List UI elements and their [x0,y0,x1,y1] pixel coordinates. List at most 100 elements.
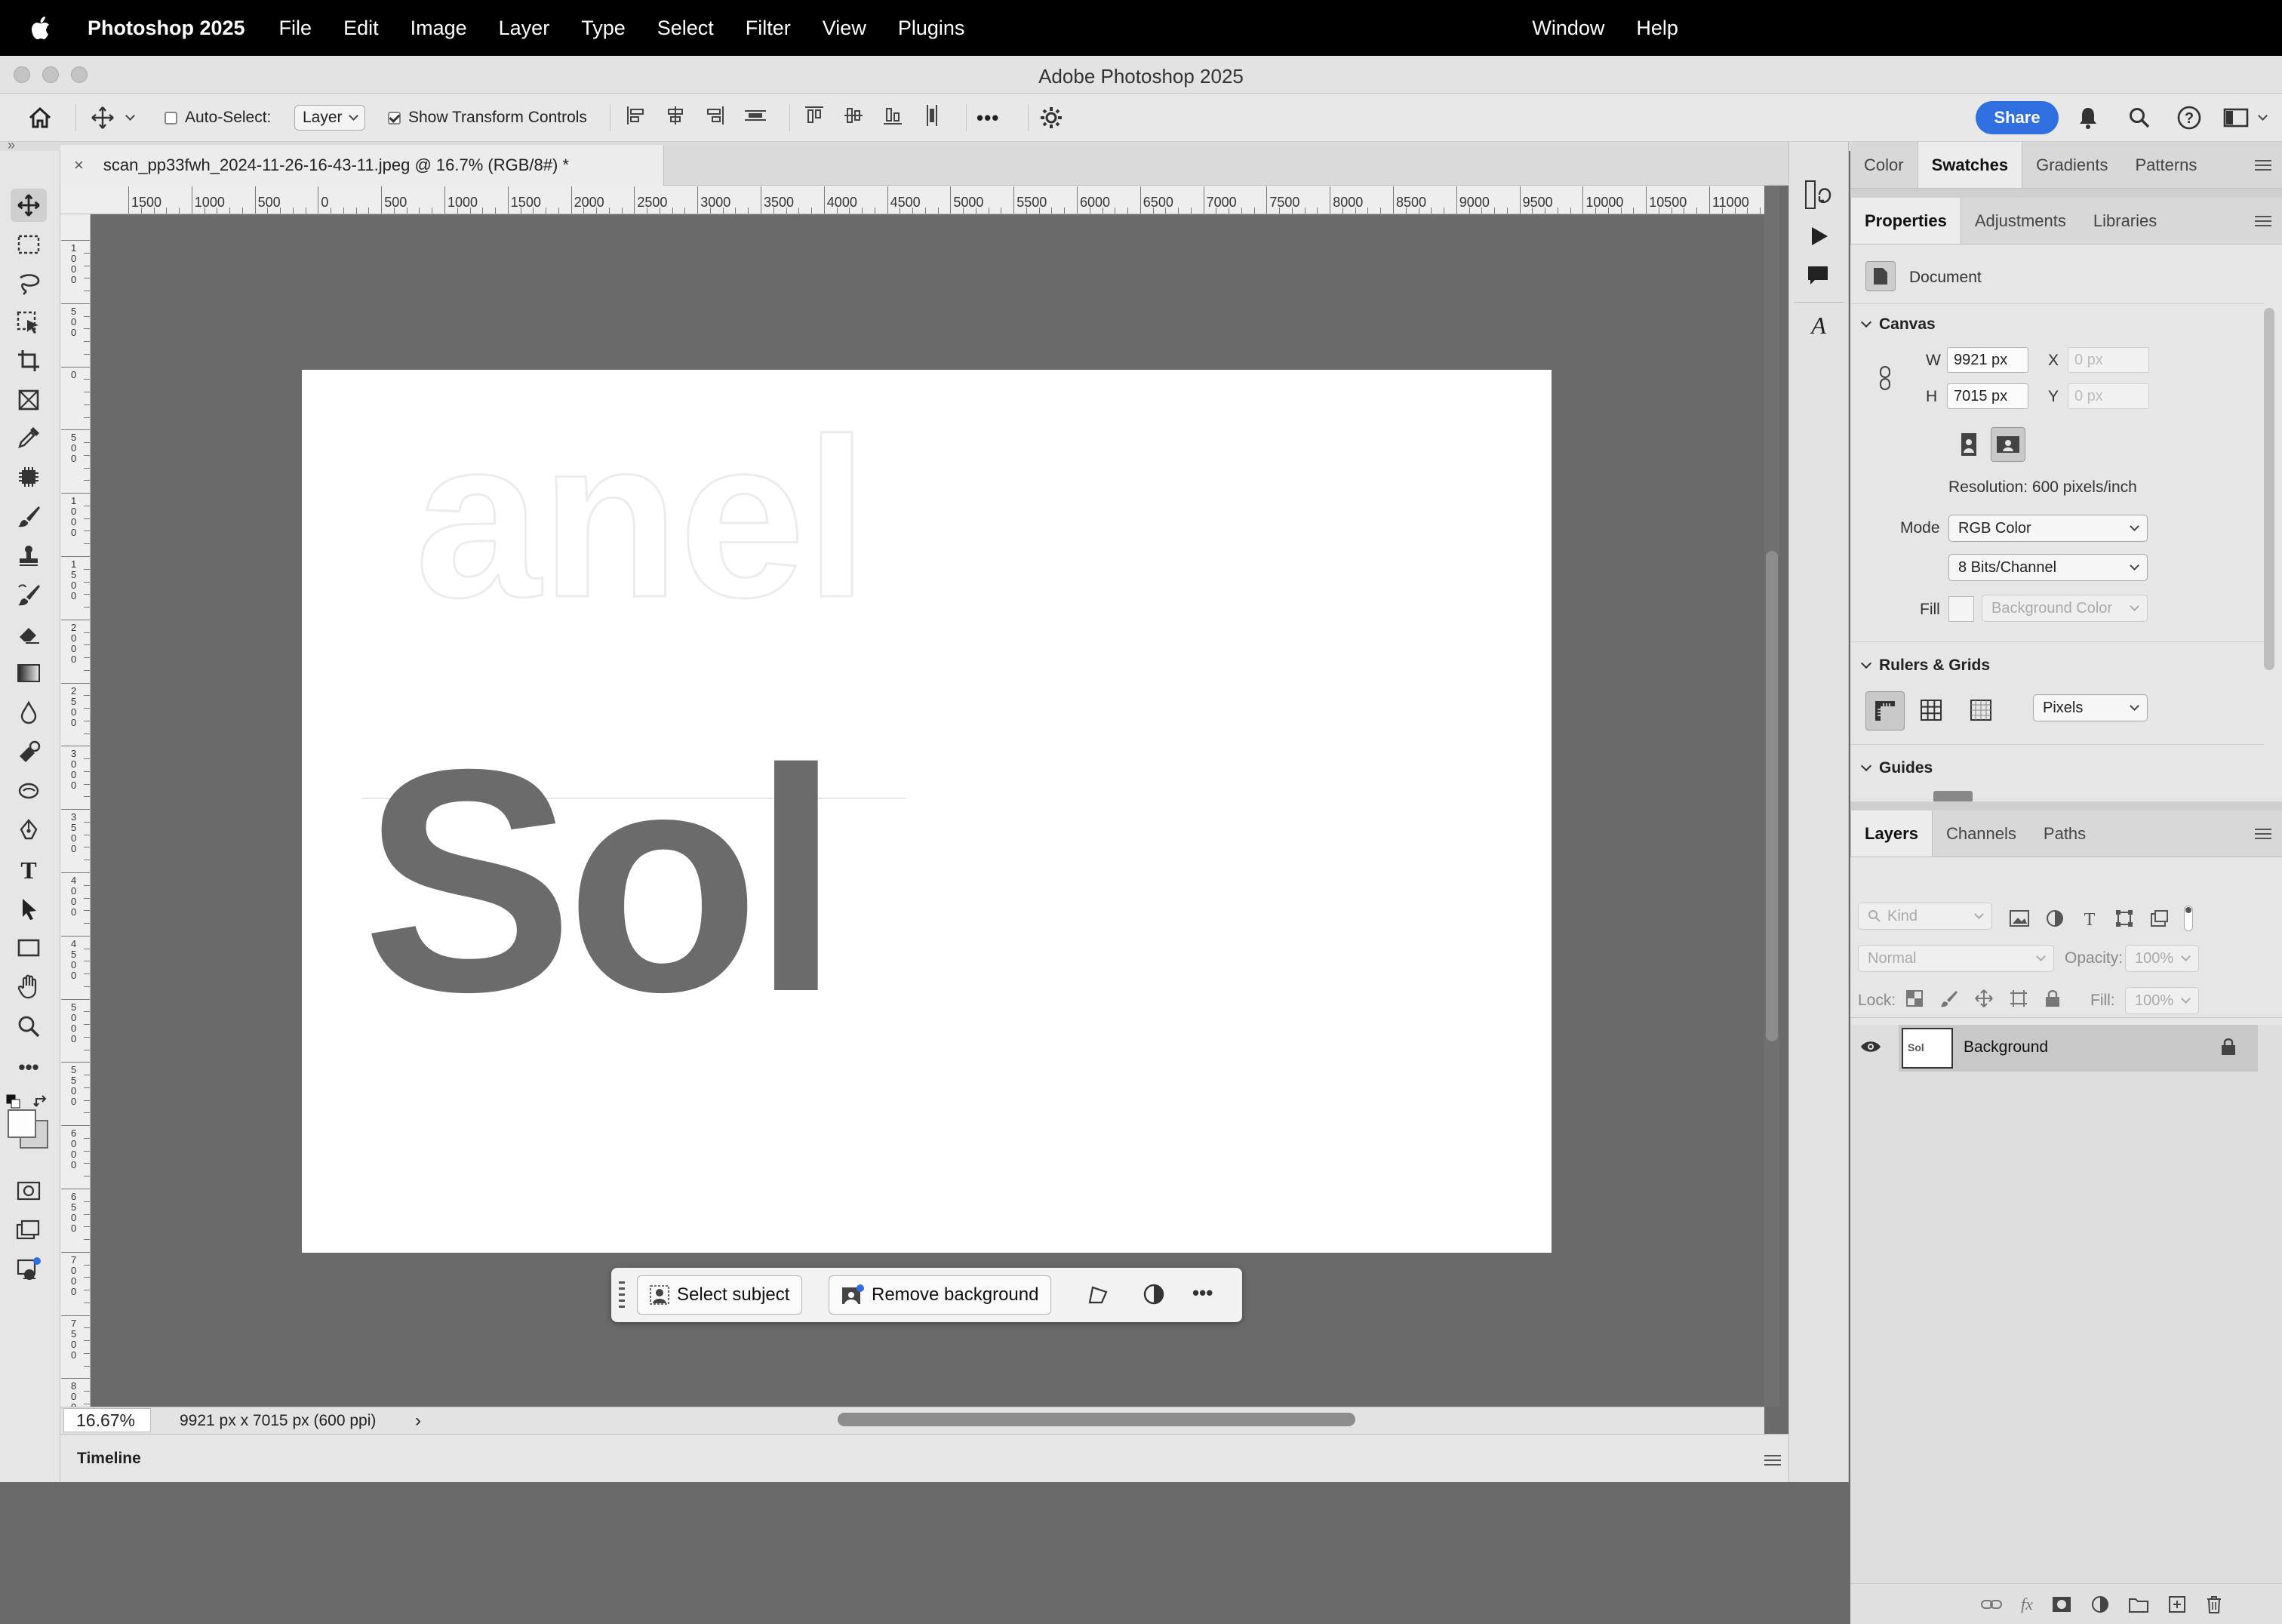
color-mode-dropdown[interactable]: RGB Color [1948,515,2148,542]
tab-swatches[interactable]: Swatches [1917,142,2023,188]
rectangle-tool-icon[interactable] [11,931,47,964]
blur-tool-icon[interactable] [11,696,47,729]
layer-effects-icon[interactable]: fx [2021,1595,2033,1614]
add-mask-icon[interactable] [2051,1595,2072,1613]
zoom-tool-icon[interactable] [11,1010,47,1043]
more-options-button[interactable]: ••• [976,94,999,142]
align-right-icon[interactable] [703,104,726,131]
notifications-bell-icon[interactable] [2077,94,2099,142]
tab-paths[interactable]: Paths [2030,810,2099,857]
tab-color[interactable]: Color [1850,142,1918,188]
align-bottom-icon[interactable] [881,104,904,131]
tab-patterns[interactable]: Patterns [2121,142,2210,188]
lock-all-icon[interactable] [2044,989,2062,1008]
bit-depth-dropdown[interactable]: 8 Bits/Channel [1948,554,2148,581]
select-subject-button[interactable]: Select subject [637,1275,803,1315]
tab-gradients[interactable]: Gradients [2022,142,2121,188]
properties-panel-menu-icon[interactable] [2255,216,2271,229]
auto-select-check[interactable] [165,111,177,125]
edit-toolbar-icon[interactable]: ••• [11,1050,47,1084]
lock-position-icon[interactable] [1974,989,1994,1008]
ruler-toggle-icon[interactable] [1865,691,1905,730]
move-tool-icon[interactable] [11,189,47,222]
grid-toggle-icon[interactable] [1914,693,1948,727]
opacity-input[interactable]: 100% [2125,945,2199,972]
show-transform-check[interactable] [388,111,401,125]
marquee-tool-icon[interactable] [11,228,47,261]
smudge-tool-icon[interactable] [11,774,47,807]
foreground-color-swatch[interactable] [8,1109,36,1138]
menu-type[interactable]: Type [565,17,641,40]
hand-tool-icon[interactable] [11,970,47,1004]
canvas-height-input[interactable]: 7015 px [1947,383,2028,409]
timeline-title[interactable]: Timeline [77,1450,141,1468]
gradient-tool-icon[interactable] [11,657,47,690]
document-canvas[interactable]: anel Sol [302,370,1552,1253]
status-menu-arrow[interactable]: › [415,1410,421,1432]
delete-layer-icon[interactable] [2205,1595,2223,1614]
distribute-horizontal-icon[interactable] [743,104,768,131]
canvas-x-input[interactable]: 0 px [2068,347,2149,373]
close-document-icon[interactable]: × [74,155,84,175]
crop-tool-icon[interactable] [11,344,47,377]
canvas-width-input[interactable]: 9921 px [1947,347,2028,373]
glyphs-icon[interactable]: A [1806,312,1831,342]
spot-healing-brush-tool-icon[interactable] [11,460,47,494]
history-brush-tool-icon[interactable] [11,578,47,611]
menu-edit[interactable]: Edit [328,17,395,40]
auto-select-target-dropdown[interactable]: Layer [294,105,365,131]
timeline-menu-icon[interactable] [1764,1453,1781,1471]
horizontal-scrollbar[interactable] [838,1413,1355,1426]
filter-type-layers-icon[interactable]: T [2080,909,2099,928]
frame-tool-icon[interactable] [11,383,47,417]
comments-icon[interactable] [1806,264,1830,291]
new-adjustment-layer-icon[interactable] [2090,1595,2110,1614]
vertical-scrollbar[interactable] [1766,551,1778,1041]
rulers-grids-section-toggle[interactable]: Rulers & Grids [1860,657,1990,675]
menu-filter[interactable]: Filter [730,17,807,40]
horizontal-ruler[interactable]: 1500 1000 500 0 500 1000 1500 2000 2500 3000 3500 4… [60,186,1764,214]
new-layer-icon[interactable] [2167,1595,2187,1614]
menu-image[interactable]: Image [395,17,483,40]
layer-visibility-eye-icon[interactable] [1859,1038,1882,1059]
tab-channels[interactable]: Channels [1933,810,2030,857]
layer-row-background[interactable]: Sol Background [1861,1025,2258,1072]
vertical-ruler[interactable]: 1000500050010001500200025003000350040004… [60,214,91,1407]
menu-file[interactable]: File [263,17,328,40]
landscape-orientation-icon[interactable] [1991,427,2025,462]
filter-pixel-layers-icon[interactable] [2009,909,2030,928]
workspace-switcher-icon[interactable] [2223,94,2268,142]
align-top-icon[interactable] [803,104,826,131]
link-dimensions-icon[interactable] [1878,365,1893,395]
generative-tool-icon[interactable] [11,1253,47,1286]
eyedropper-tool-icon[interactable] [11,421,47,454]
share-button[interactable]: Share [1976,101,2059,134]
tab-adjustments[interactable]: Adjustments [1961,198,2080,244]
lock-artboard-icon[interactable] [2009,989,2028,1008]
align-middle-icon[interactable] [842,104,865,131]
show-transform-controls-checkbox[interactable]: Show Transform Controls [388,94,587,142]
pixel-grid-toggle-icon[interactable] [1964,693,1998,727]
drag-handle-icon[interactable] [617,1280,626,1315]
pen-tool-icon[interactable] [11,814,47,847]
help-icon[interactable]: ? [2176,94,2202,142]
type-tool-icon[interactable]: T [11,853,47,886]
filter-adjustment-layers-icon[interactable] [2045,909,2065,928]
menu-help[interactable]: Help [1620,17,1694,40]
layer-fill-input[interactable]: 100% [2125,987,2199,1014]
screen-mode-icon[interactable] [11,1213,47,1247]
canvas-y-input[interactable]: 0 px [2068,383,2149,409]
filter-smart-objects-icon[interactable] [2149,909,2169,928]
adjustment-icon[interactable] [1143,1283,1165,1309]
color-panel-menu-icon[interactable] [2255,160,2271,174]
lasso-tool-icon[interactable] [11,267,47,300]
new-group-icon[interactable] [2128,1595,2149,1613]
lock-image-pixels-icon[interactable] [1939,989,1959,1008]
filter-toggle-switch[interactable] [2184,906,2193,931]
blend-mode-dropdown[interactable]: Normal [1858,945,2054,972]
layer-name[interactable]: Background [1964,1038,2048,1057]
clone-stamp-tool-icon[interactable] [11,539,47,572]
taskbar-more-button[interactable]: ••• [1192,1281,1213,1305]
menu-select[interactable]: Select [641,17,730,40]
auto-select-checkbox[interactable]: Auto-Select: [165,94,271,142]
